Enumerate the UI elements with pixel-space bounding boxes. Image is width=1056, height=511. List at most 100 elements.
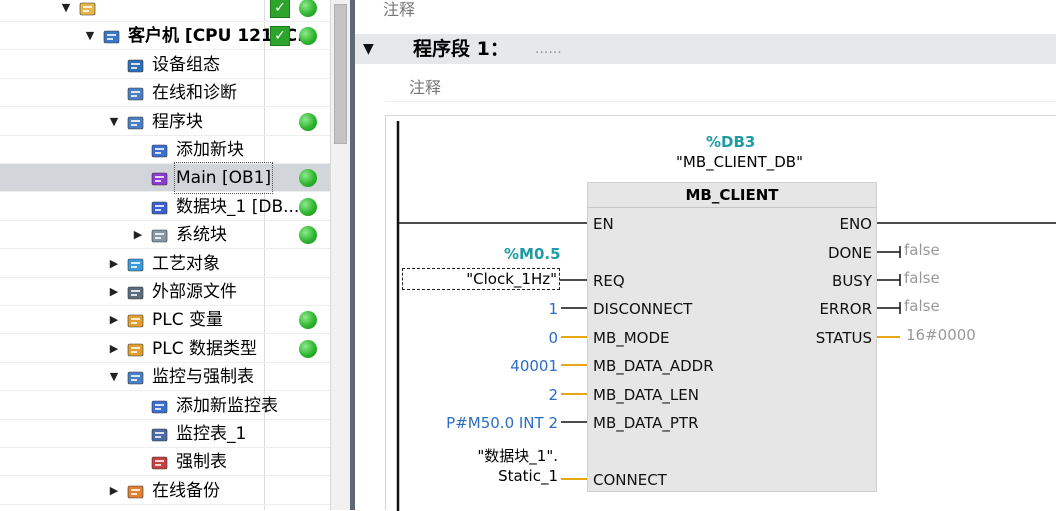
expand-arrow-icon[interactable]: ▶ — [108, 335, 120, 363]
expand-arrow-icon[interactable]: ▶ — [108, 306, 120, 334]
online-status-ok-icon — [299, 197, 317, 216]
tree-item[interactable]: 强制表 — [0, 448, 330, 477]
disconnect-operand[interactable]: 1 — [506, 300, 558, 318]
tree-item-label: 添加新块 — [176, 140, 244, 160]
pin-error: ERROR — [819, 300, 872, 318]
tree-item[interactable]: 数据块_1 [DB... — [0, 193, 330, 221]
online-status-ok-icon — [299, 169, 317, 188]
add-new-block-icon — [150, 141, 170, 159]
tree-item[interactable]: 监控表_1 — [0, 420, 330, 448]
tree-item[interactable]: ▶ 在线备份 — [0, 477, 330, 505]
connect-operand-line2[interactable]: Static_1 — [446, 467, 558, 485]
mb-mode-operand[interactable]: 0 — [506, 329, 558, 347]
instance-db-name[interactable]: "MB_CLIENT_DB" — [676, 153, 803, 171]
mb-data-ptr-operand[interactable]: P#M50.0 INT 2 — [416, 414, 558, 432]
tree-item-label: 强制表 — [176, 452, 227, 473]
online-status-ok-icon — [299, 311, 317, 330]
watch-tables-folder-icon — [126, 368, 146, 386]
tree-item[interactable]: 在线和诊断 — [0, 79, 330, 108]
collapse-arrow-icon[interactable]: ▼ — [108, 108, 120, 136]
network-title-input[interactable]: ...... — [535, 34, 562, 64]
tree-item[interactable]: ▼ 监控与强制表 — [0, 363, 330, 392]
status-value: 16#0000 — [906, 326, 976, 344]
pin-en: EN — [593, 215, 614, 233]
tree-item-label: PLC 数据类型 — [152, 338, 257, 359]
collapse-arrow-icon[interactable]: ▼ — [84, 22, 96, 50]
network-1-header[interactable]: ▼ 程序段 1： ...... — [355, 34, 1056, 64]
tree-item-label: 监控表_1 — [176, 424, 247, 444]
connect-operand-line1[interactable]: "数据块_1". — [446, 447, 558, 465]
ladder-network: MB_CLIENT %DB3 "MB_CLIENT_DB" EN REQ DIS… — [385, 115, 1056, 511]
program-editor: 注释 ▼ 程序段 1： ...... 注释 MB_CLIENT %DB3 "MB… — [355, 0, 1056, 511]
tree-item-label: 添加新监控表 — [176, 395, 278, 416]
pin-busy: BUSY — [832, 272, 872, 290]
pin-req: REQ — [593, 272, 625, 290]
tree-item-label: 外部源文件 — [152, 282, 237, 302]
pin-status: STATUS — [815, 329, 872, 347]
tree-scrollbar[interactable]: ≡ — [330, 0, 676, 510]
program-blocks-folder-icon — [126, 113, 146, 131]
collapse-arrow-icon[interactable]: ▼ — [60, 0, 72, 22]
consistency-check-icon: ✓ — [270, 26, 290, 47]
pin-mb-data-addr: MB_DATA_ADDR — [593, 357, 714, 375]
tree-item[interactable]: 设备组态 — [0, 51, 330, 79]
collapse-arrow-icon[interactable]: ▼ — [108, 363, 120, 391]
external-source-icon — [126, 283, 146, 301]
busy-value: false — [904, 269, 940, 287]
tree-item[interactable]: ▶ PLC 数据类型 — [0, 335, 330, 363]
pin-mb-data-len: MB_DATA_LEN — [593, 386, 699, 404]
network-comment-text: 注释 — [409, 78, 442, 97]
block-type: MB_CLIENT — [587, 182, 877, 208]
tree-item[interactable]: ▼ ✓ — [0, 0, 330, 22]
pin-mb-mode: MB_MODE — [593, 329, 670, 347]
mb-data-len-operand[interactable]: 2 — [506, 386, 558, 404]
mb-data-addr-operand[interactable]: 40001 — [486, 357, 558, 375]
expand-arrow-icon[interactable]: ▶ — [108, 505, 120, 510]
tree-item[interactable]: 添加新监控表 — [0, 392, 330, 420]
tree-item[interactable]: 添加新块 — [0, 136, 330, 164]
pin-connect: CONNECT — [593, 471, 667, 489]
online-status-ok-icon — [299, 112, 317, 131]
tree-item-label: 系统块 — [176, 225, 227, 246]
network-collapse-icon[interactable]: ▼ — [363, 34, 374, 64]
device-config-icon — [126, 56, 146, 74]
tree-item[interactable]: ▶ 外部源文件 — [0, 278, 330, 306]
project-tree: ▼ ✓ ▼ 客户机 [CPU 1214C... ✓ 设备组态 在线和诊断 ▼ 程序块 添加新块 Ma… — [0, 0, 330, 510]
done-value: false — [904, 241, 940, 259]
pin-eno: ENO — [839, 215, 872, 233]
network-comment[interactable]: 注释 — [385, 70, 1056, 102]
tree-scrollbar-thumb[interactable] — [334, 4, 347, 144]
tree-item[interactable]: Main [OB1] — [0, 162, 330, 195]
req-address: %M0.5 — [504, 245, 561, 263]
folder-icon — [78, 0, 98, 17]
plc-tags-icon — [126, 311, 146, 329]
expand-arrow-icon[interactable]: ▶ — [108, 278, 120, 306]
online-status-ok-icon — [299, 0, 317, 17]
tree-item[interactable]: ▶ Traces — [0, 505, 330, 510]
req-operand[interactable]: "Clock_1Hz" — [402, 268, 560, 290]
online-backup-icon — [126, 482, 146, 500]
tree-item-label: PLC 变量 — [152, 310, 223, 331]
system-blocks-icon — [150, 226, 170, 244]
online-diagnostics-icon — [126, 84, 146, 102]
expand-arrow-icon[interactable]: ▶ — [132, 221, 144, 249]
force-table-icon — [150, 453, 170, 471]
technology-objects-icon — [126, 255, 146, 273]
tree-item-label: 设备组态 — [152, 54, 220, 75]
tree-item-label: 在线和诊断 — [152, 83, 237, 104]
tree-item[interactable]: ▶ 工艺对象 — [0, 250, 330, 278]
tree-item[interactable]: ▶ 系统块 — [0, 221, 330, 250]
error-value: false — [904, 297, 940, 315]
tree-item-label: Main [OB1] — [173, 162, 274, 195]
tree-item[interactable]: ▼ 程序块 — [0, 108, 330, 136]
tree-item[interactable]: ▼ 客户机 [CPU 1214C... ✓ — [0, 22, 330, 51]
block-comment[interactable]: 注释 — [383, 0, 415, 20]
tree-item-label: 在线备份 — [152, 480, 220, 501]
expand-arrow-icon[interactable]: ▶ — [108, 250, 120, 278]
network-title: 程序段 1： — [413, 38, 509, 60]
online-status-ok-icon — [299, 226, 317, 245]
ob-block-icon — [150, 169, 170, 187]
tree-item[interactable]: ▶ PLC 变量 — [0, 306, 330, 335]
tree-item-label: 程序块 — [152, 111, 203, 132]
expand-arrow-icon[interactable]: ▶ — [108, 477, 120, 505]
